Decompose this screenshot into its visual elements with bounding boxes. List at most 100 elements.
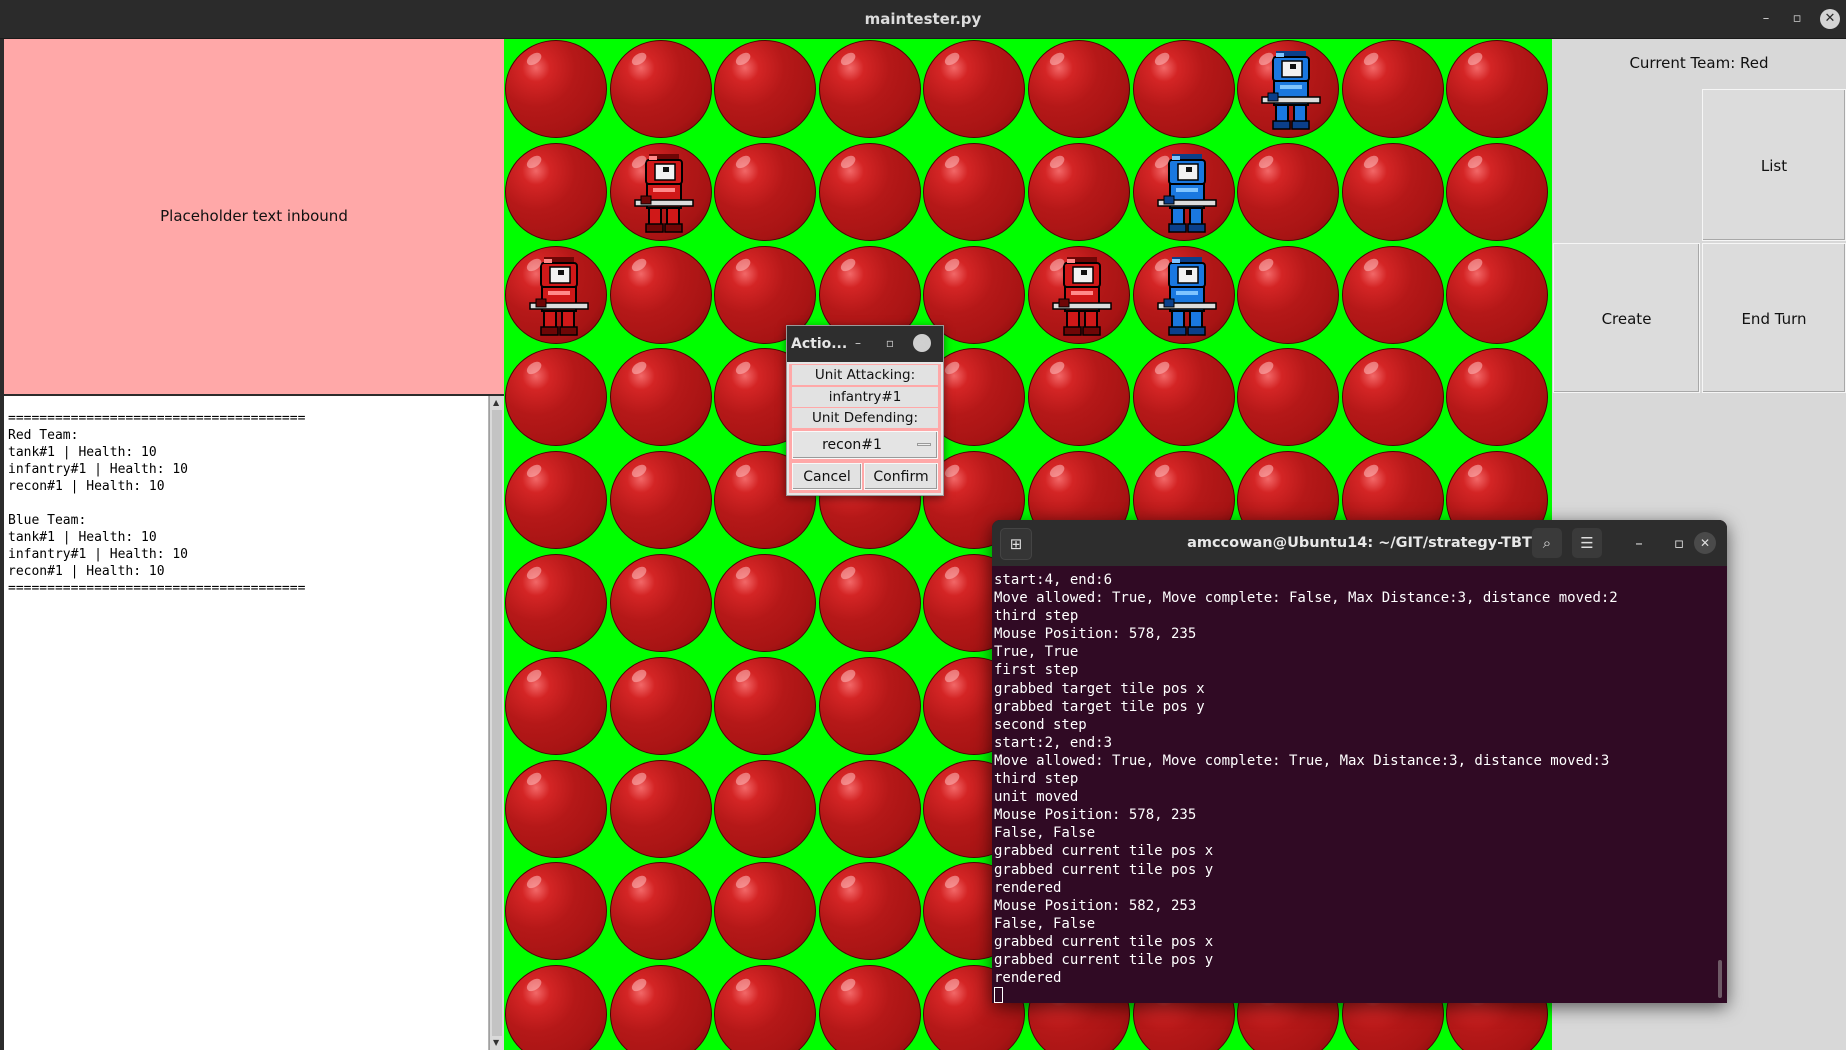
board-tile[interactable]	[714, 759, 817, 858]
board-tile[interactable]	[1132, 245, 1235, 344]
dialog-title: Actio...	[791, 336, 848, 352]
board-tile[interactable]	[505, 142, 607, 241]
board-tile[interactable]	[1341, 245, 1444, 344]
board-tile[interactable]	[1028, 142, 1130, 241]
placeholder-text: Placeholder text inbound	[160, 207, 348, 225]
board-tile[interactable]	[1237, 245, 1340, 344]
unit-attacking-value: infantry#1	[792, 387, 938, 407]
dropdown-icon[interactable]	[917, 443, 931, 446]
board-tile[interactable]	[609, 451, 712, 550]
action-dialog[interactable]: Actio... – ▫ ✕ Unit Attacking: infantry#…	[786, 325, 944, 496]
window-titlebar[interactable]: maintester.py – ▫ ✕	[0, 0, 1846, 39]
board-tile[interactable]	[1237, 40, 1340, 138]
board-tile[interactable]	[714, 862, 817, 961]
board-tile[interactable]	[714, 40, 817, 138]
terminal-maximize-icon[interactable]: ▫	[1664, 528, 1694, 558]
terminal-scrollbar[interactable]	[1718, 960, 1722, 998]
board-tile[interactable]	[609, 656, 712, 755]
terminal-minimize-icon[interactable]: –	[1624, 528, 1654, 558]
terminal-cursor	[994, 987, 1003, 1003]
menu-icon[interactable]: ☰	[1572, 528, 1602, 558]
board-tile[interactable]	[609, 40, 712, 138]
board-tile[interactable]	[505, 40, 607, 138]
board-tile[interactable]	[923, 40, 1026, 138]
board-tile[interactable]	[1028, 245, 1130, 344]
board-tile[interactable]	[1028, 40, 1130, 138]
cancel-button[interactable]: Cancel	[792, 463, 862, 490]
unit-attacking-label: Unit Attacking:	[792, 365, 938, 385]
board-tile[interactable]	[609, 965, 712, 1050]
board-tile[interactable]	[1446, 142, 1549, 241]
dialog-body: Unit Attacking: infantry#1 Unit Defendin…	[789, 364, 941, 493]
confirm-button[interactable]: Confirm	[864, 463, 938, 490]
board-tile[interactable]	[923, 142, 1026, 241]
board-tile[interactable]	[1446, 348, 1549, 447]
board-tile[interactable]	[609, 862, 712, 961]
defender-select[interactable]: recon#1	[792, 431, 938, 459]
board-tile[interactable]	[1237, 142, 1340, 241]
placeholder-panel: Placeholder text inbound	[4, 39, 504, 394]
minimize-icon[interactable]: –	[1756, 9, 1776, 29]
board-tile[interactable]	[1132, 142, 1235, 241]
dialog-close-icon[interactable]: ✕	[913, 334, 931, 352]
defender-select-value: recon#1	[822, 437, 882, 453]
board-tile[interactable]	[609, 759, 712, 858]
board-tile[interactable]	[714, 656, 817, 755]
board-tile[interactable]	[505, 965, 607, 1050]
search-icon[interactable]: ⌕	[1532, 528, 1562, 558]
board-tile[interactable]	[1132, 348, 1235, 447]
board-tile[interactable]	[714, 965, 817, 1050]
terminal-window[interactable]: ⊞ amccowan@Ubuntu14: ~/GIT/strategy-TBT …	[992, 520, 1727, 1003]
list-button[interactable]: List	[1702, 89, 1846, 241]
current-team-label: Current Team: Red	[1552, 39, 1846, 87]
board-tile[interactable]	[1237, 348, 1340, 447]
scrollbar-thumb[interactable]	[492, 410, 502, 1036]
board-tile[interactable]	[609, 554, 712, 652]
board-tile[interactable]	[818, 862, 921, 961]
scroll-down-icon[interactable]: ▼	[493, 1038, 499, 1047]
board-tile[interactable]	[818, 965, 921, 1050]
terminal-output-area[interactable]: start:4, end:6 Move allowed: True, Move …	[994, 571, 1714, 1003]
board-tile[interactable]	[505, 245, 607, 344]
board-tile[interactable]	[1446, 245, 1549, 344]
board-tile[interactable]	[1028, 348, 1130, 447]
scroll-up-icon[interactable]: ▲	[493, 398, 499, 407]
dialog-maximize-icon[interactable]: ▫	[881, 334, 899, 352]
team-status-content: ====================================== R…	[8, 411, 306, 596]
board-tile[interactable]	[505, 862, 607, 961]
board-tile[interactable]	[1446, 40, 1549, 138]
status-scrollbar[interactable]: ▲ ▼	[489, 396, 505, 1050]
board-tile[interactable]	[505, 656, 607, 755]
end-turn-button[interactable]: End Turn	[1702, 243, 1846, 393]
create-button[interactable]: Create	[1553, 243, 1700, 393]
terminal-headerbar[interactable]: ⊞ amccowan@Ubuntu14: ~/GIT/strategy-TBT …	[992, 520, 1727, 566]
board-tile[interactable]	[505, 554, 607, 652]
dialog-minimize-icon[interactable]: –	[849, 334, 867, 352]
terminal-title: amccowan@Ubuntu14: ~/GIT/strategy-TBT	[1187, 535, 1532, 551]
board-tile[interactable]	[505, 759, 607, 858]
board-tile[interactable]	[505, 348, 607, 447]
terminal-output: start:4, end:6 Move allowed: True, Move …	[994, 572, 1618, 987]
terminal-close-icon[interactable]: ✕	[1694, 532, 1716, 554]
board-tile[interactable]	[1341, 142, 1444, 241]
restore-icon[interactable]: ▫	[1787, 9, 1807, 29]
window-title: maintester.py	[864, 10, 982, 28]
unit-defending-label: Unit Defending:	[792, 408, 938, 428]
board-tile[interactable]	[1341, 348, 1444, 447]
board-tile[interactable]	[505, 451, 607, 550]
dialog-titlebar[interactable]: Actio... – ▫ ✕	[787, 326, 943, 362]
team-status-textbox[interactable]: ====================================== R…	[4, 396, 489, 1050]
board-tile[interactable]	[818, 554, 921, 652]
board-tile[interactable]	[609, 348, 712, 447]
board-tile[interactable]	[818, 40, 921, 138]
board-tile[interactable]	[818, 656, 921, 755]
close-icon[interactable]: ✕	[1820, 9, 1840, 29]
board-tile[interactable]	[818, 142, 921, 241]
board-tile[interactable]	[609, 245, 712, 344]
board-tile[interactable]	[609, 142, 712, 241]
board-tile[interactable]	[714, 142, 817, 241]
board-tile[interactable]	[1132, 40, 1235, 138]
board-tile[interactable]	[818, 759, 921, 858]
board-tile[interactable]	[714, 554, 817, 652]
board-tile[interactable]	[1341, 40, 1444, 138]
